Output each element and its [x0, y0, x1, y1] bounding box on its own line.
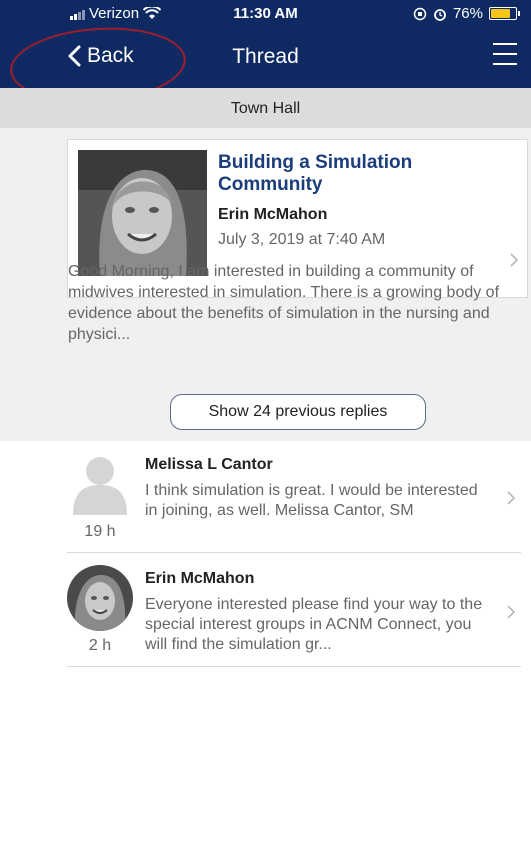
battery-icon: [489, 7, 520, 20]
reply-item[interactable]: 2 h Erin McMahon Everyone interested ple…: [0, 555, 531, 667]
reply-item[interactable]: 19 h Melissa L Cantor I think simulation…: [0, 441, 531, 553]
reply-text: I think simulation is great. I would be …: [145, 482, 478, 519]
reply-author: Melissa L Cantor: [145, 456, 273, 473]
thread-title: Building a Simulation Community: [218, 152, 413, 195]
section-title: Town Hall: [0, 88, 531, 128]
show-previous-replies-button[interactable]: Show 24 previous replies: [170, 394, 426, 430]
status-bar: Verizon 11:30 AM 76%: [0, 5, 531, 27]
chevron-right-icon: [507, 491, 516, 505]
orientation-lock-icon: [413, 7, 427, 20]
status-right: 76%: [413, 5, 520, 22]
reply-text: Everyone interested please find your way…: [145, 596, 483, 653]
author-avatar: [67, 565, 133, 631]
battery-percent: 76%: [452, 5, 483, 22]
reply-time: 2 h: [88, 637, 112, 654]
thread-date: July 3, 2019 at 7:40 AM: [218, 231, 386, 248]
chevron-right-icon: [507, 605, 516, 619]
thread-screen: Verizon 11:30 AM 76% Back Thread Town Ha…: [0, 0, 531, 854]
author-photo: [78, 150, 207, 276]
divider: [67, 666, 521, 667]
divider: [67, 552, 521, 553]
hamburger-menu-icon[interactable]: [493, 43, 517, 65]
reply-time: 19 h: [84, 523, 116, 540]
replies-list: 19 h Melissa L Cantor I think simulation…: [0, 441, 531, 854]
thread-excerpt: Good Morning, I am interested in buildin…: [68, 263, 500, 343]
reply-author: Erin McMahon: [145, 570, 255, 587]
default-person-icon: [73, 457, 127, 515]
alarm-icon: [434, 8, 446, 21]
thread-author: Erin McMahon: [218, 206, 328, 223]
